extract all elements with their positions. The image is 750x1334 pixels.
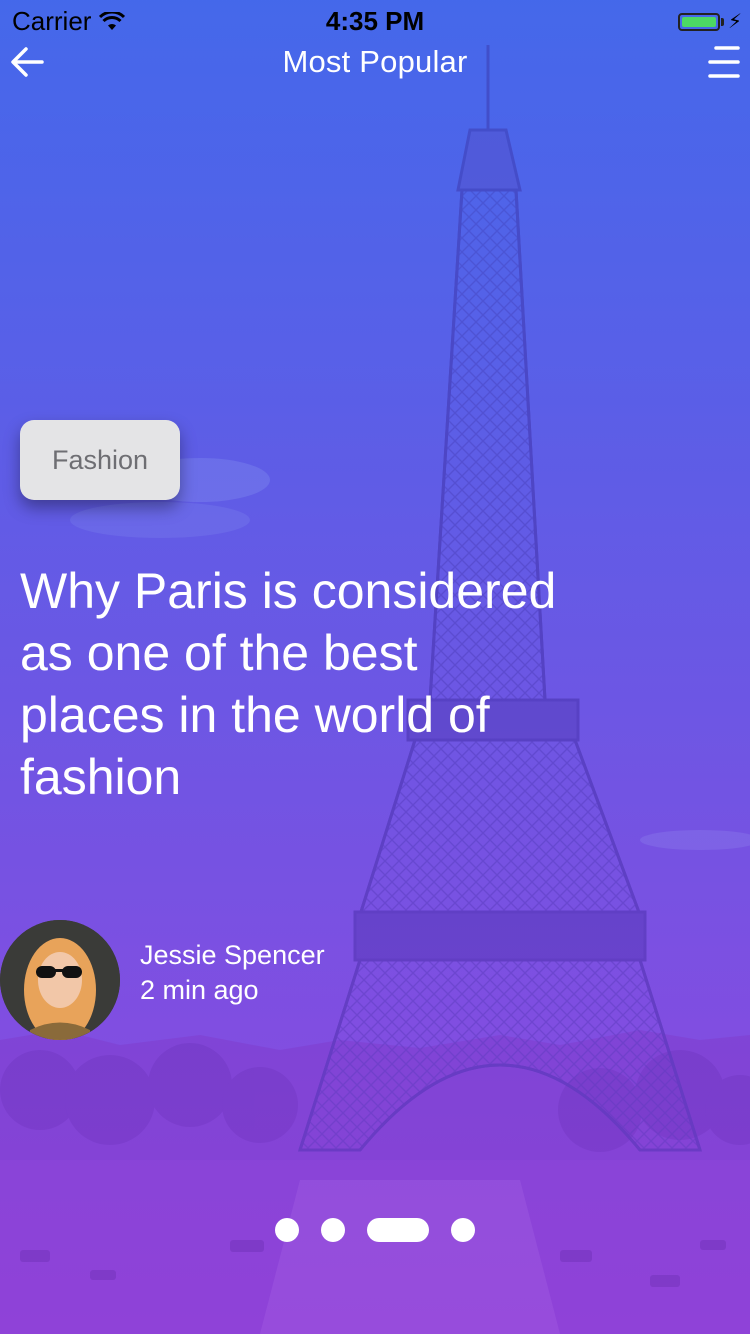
category-label: Fashion: [51, 444, 149, 475]
status-bar: Carrier 4:35 PM ⚡: [0, 0, 750, 40]
author-name[interactable]: Jessie Spencer: [140, 940, 325, 971]
post-timestamp: 2 min ago: [140, 975, 259, 1005]
page-indicator[interactable]: [0, 1218, 750, 1242]
menu-button[interactable]: [706, 42, 742, 82]
article-headline[interactable]: Why Paris is considered as one of the be…: [20, 560, 560, 808]
page-dot[interactable]: [275, 1218, 299, 1242]
avatar-image: [0, 920, 120, 1040]
charging-bolt-icon: ⚡: [727, 11, 742, 33]
navigation-bar: Most Popular: [0, 40, 750, 84]
hamburger-menu-icon: [708, 46, 740, 78]
page-dot[interactable]: [451, 1218, 475, 1242]
page-title: Most Popular: [282, 44, 468, 79]
battery-indicator: ⚡: [677, 9, 742, 34]
page-dot[interactable]: [321, 1218, 345, 1242]
author-avatar[interactable]: [0, 920, 120, 1040]
status-time: 4:35 PM: [325, 6, 425, 36]
category-tag[interactable]: Fashion: [20, 420, 180, 500]
page-dot-active[interactable]: [367, 1218, 429, 1242]
battery-icon: [677, 12, 720, 31]
article-screen: Carrier 4:35 PM ⚡ Most Popular Fashion W…: [0, 0, 750, 1334]
battery-fill: [681, 16, 716, 27]
